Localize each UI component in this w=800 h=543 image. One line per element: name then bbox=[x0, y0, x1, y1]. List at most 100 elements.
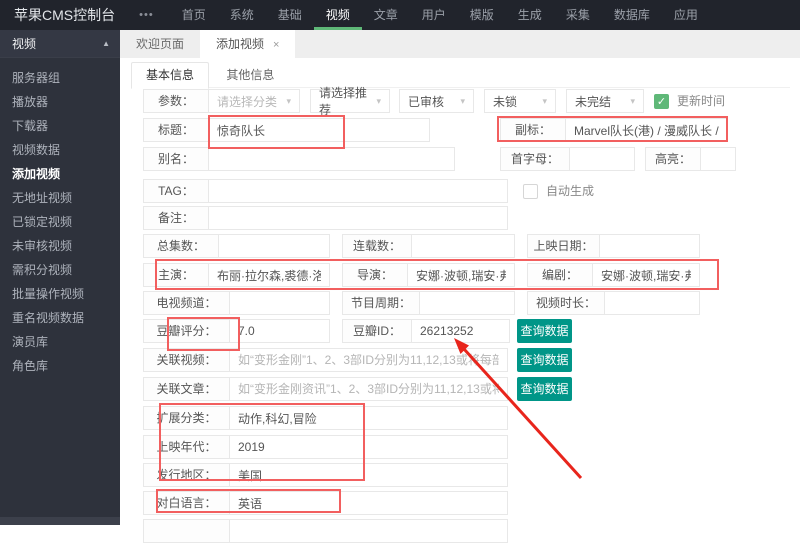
writer-label: 编剧： bbox=[527, 263, 593, 287]
nav-item-app[interactable]: 应用 bbox=[662, 0, 710, 30]
nav-item-database[interactable]: 数据库 bbox=[602, 0, 662, 30]
field-writer: 编剧： bbox=[527, 263, 700, 287]
sidebar-item-no-address[interactable]: 无地址视频 bbox=[0, 186, 120, 210]
sidebar-item-downloader[interactable]: 下载器 bbox=[0, 114, 120, 138]
sidebar-item-actors[interactable]: 演员库 bbox=[0, 330, 120, 354]
highlight-input[interactable] bbox=[701, 147, 736, 171]
nav-item-generate[interactable]: 生成 bbox=[506, 0, 554, 30]
row-tag: TAG： 自动生成 bbox=[120, 179, 800, 203]
subtitle-input[interactable] bbox=[566, 118, 728, 142]
query-related-videos-button[interactable]: 查询数据 bbox=[517, 348, 572, 372]
douban-id-input[interactable] bbox=[412, 319, 510, 343]
audit-select-box[interactable]: 已审核 ▾ bbox=[399, 89, 474, 113]
sidebar-item-add-video[interactable]: 添加视频 bbox=[0, 162, 120, 186]
alias-input[interactable] bbox=[209, 147, 455, 171]
query-douban-button[interactable]: 查询数据 bbox=[517, 319, 572, 343]
serial-number-input[interactable] bbox=[412, 234, 515, 258]
nav-item-user[interactable]: 用户 bbox=[410, 0, 458, 30]
recommend-select-box[interactable]: 请选择推荐 ▾ bbox=[310, 89, 390, 113]
duration-input[interactable] bbox=[605, 291, 700, 315]
recommend-select[interactable]: 请选择推荐 ▾ bbox=[310, 89, 390, 113]
region-input[interactable] bbox=[230, 463, 508, 487]
field-duration: 视频时长： bbox=[527, 291, 700, 315]
total-episodes-input[interactable] bbox=[219, 234, 330, 258]
close-icon[interactable]: × bbox=[273, 39, 279, 51]
initial-input[interactable] bbox=[570, 147, 635, 171]
nav-item-home[interactable]: 首页 bbox=[170, 0, 218, 30]
sidebar-item-unaudited[interactable]: 未审核视频 bbox=[0, 234, 120, 258]
cutoff-input[interactable] bbox=[230, 519, 508, 543]
sidebar-item-server-group[interactable]: 服务器组 bbox=[0, 66, 120, 90]
serial-select-box[interactable]: 未完结 ▾ bbox=[566, 89, 644, 113]
more-icon[interactable]: ••• bbox=[129, 0, 170, 30]
nav-item-basic[interactable]: 基础 bbox=[266, 0, 314, 30]
sidebar-item-player[interactable]: 播放器 bbox=[0, 90, 120, 114]
row-title: 标题： 副标： bbox=[120, 118, 800, 142]
nav-item-video[interactable]: 视频 bbox=[314, 0, 362, 30]
ext-category-input[interactable] bbox=[230, 406, 508, 430]
release-year-input[interactable] bbox=[230, 435, 508, 459]
main-content: 基本信息 其他信息 参数： 请选择分类 ▾ 请选择推荐 ▾ 已审核 ▾ 未锁 bbox=[120, 58, 800, 525]
tab-add-video[interactable]: 添加视频× bbox=[200, 30, 295, 58]
release-date-input[interactable] bbox=[600, 234, 700, 258]
sidebar-item-duplicate[interactable]: 重名视频数据 bbox=[0, 306, 120, 330]
sidebar-item-video-data[interactable]: 视频数据 bbox=[0, 138, 120, 162]
actors-input[interactable] bbox=[209, 263, 330, 287]
sidebar: 视频 ▲ 服务器组 播放器 下载器 视频数据 添加视频 无地址视频 已锁定视频 … bbox=[0, 30, 120, 525]
sidebar-item-roles[interactable]: 角色库 bbox=[0, 354, 120, 378]
language-input[interactable] bbox=[230, 491, 508, 515]
field-tag: TAG： bbox=[143, 179, 508, 203]
row-douban: 豆瓣评分： 豆瓣ID： 查询数据 bbox=[120, 319, 800, 343]
tv-channel-input[interactable] bbox=[230, 291, 330, 315]
update-time-checkbox[interactable]: ✓ bbox=[654, 94, 669, 109]
release-year-label: 上映年代： bbox=[143, 435, 230, 459]
related-articles-label: 关联文章： bbox=[143, 377, 230, 401]
row-cutoff bbox=[120, 519, 800, 543]
title-input[interactable] bbox=[209, 118, 430, 142]
tab-other-info[interactable]: 其他信息 bbox=[212, 63, 288, 88]
sidebar-group-video[interactable]: 视频 ▲ bbox=[0, 30, 120, 58]
auto-generate-checkbox[interactable] bbox=[523, 184, 538, 199]
highlight-label: 高亮： bbox=[645, 147, 701, 171]
related-articles-input[interactable] bbox=[230, 377, 508, 401]
sidebar-item-batch[interactable]: 批量操作视频 bbox=[0, 282, 120, 306]
audit-select[interactable]: 已审核 ▾ bbox=[399, 89, 474, 113]
chevron-down-icon: ▾ bbox=[376, 96, 381, 107]
program-cycle-input[interactable] bbox=[420, 291, 515, 315]
serial-select[interactable]: 未完结 ▾ bbox=[566, 89, 644, 113]
douban-id-label: 豆瓣ID： bbox=[342, 319, 412, 343]
related-videos-label: 关联视频： bbox=[143, 348, 230, 372]
field-params: 参数： 请选择分类 ▾ bbox=[143, 89, 300, 113]
note-input[interactable] bbox=[209, 206, 508, 230]
ext-category-label: 扩展分类： bbox=[143, 406, 230, 430]
params-label: 参数： bbox=[143, 89, 209, 113]
category-select[interactable]: 请选择分类 ▾ bbox=[209, 89, 300, 113]
query-related-articles-button[interactable]: 查询数据 bbox=[517, 377, 572, 401]
field-actors: 主演： bbox=[143, 263, 330, 287]
director-label: 导演： bbox=[342, 263, 408, 287]
director-input[interactable] bbox=[408, 263, 515, 287]
nav-item-system[interactable]: 系统 bbox=[218, 0, 266, 30]
duration-label: 视频时长： bbox=[527, 291, 605, 315]
nav-item-article[interactable]: 文章 bbox=[362, 0, 410, 30]
tag-input[interactable] bbox=[209, 179, 508, 203]
douban-score-input[interactable] bbox=[230, 319, 330, 343]
nav-item-collect[interactable]: 采集 bbox=[554, 0, 602, 30]
chevron-down-icon: ▾ bbox=[460, 96, 465, 107]
field-language: 对白语言： bbox=[143, 491, 508, 515]
nav-item-template[interactable]: 模版 bbox=[458, 0, 506, 30]
writer-input[interactable] bbox=[593, 263, 700, 287]
sidebar-group-label: 视频 bbox=[12, 37, 36, 51]
field-release-date: 上映日期： bbox=[527, 234, 700, 258]
row-ext-category: 扩展分类： bbox=[120, 406, 800, 430]
sidebar-item-locked[interactable]: 已锁定视频 bbox=[0, 210, 120, 234]
cutoff-label bbox=[143, 519, 230, 543]
lock-select[interactable]: 未锁 ▾ bbox=[484, 89, 556, 113]
related-videos-input[interactable] bbox=[230, 348, 508, 372]
tab-basic-info[interactable]: 基本信息 bbox=[131, 62, 209, 89]
title-label: 标题： bbox=[143, 118, 209, 142]
tab-welcome[interactable]: 欢迎页面 bbox=[120, 30, 200, 58]
field-program-cycle: 节目周期： bbox=[342, 291, 515, 315]
lock-select-box[interactable]: 未锁 ▾ bbox=[484, 89, 556, 113]
sidebar-item-points[interactable]: 需积分视频 bbox=[0, 258, 120, 282]
